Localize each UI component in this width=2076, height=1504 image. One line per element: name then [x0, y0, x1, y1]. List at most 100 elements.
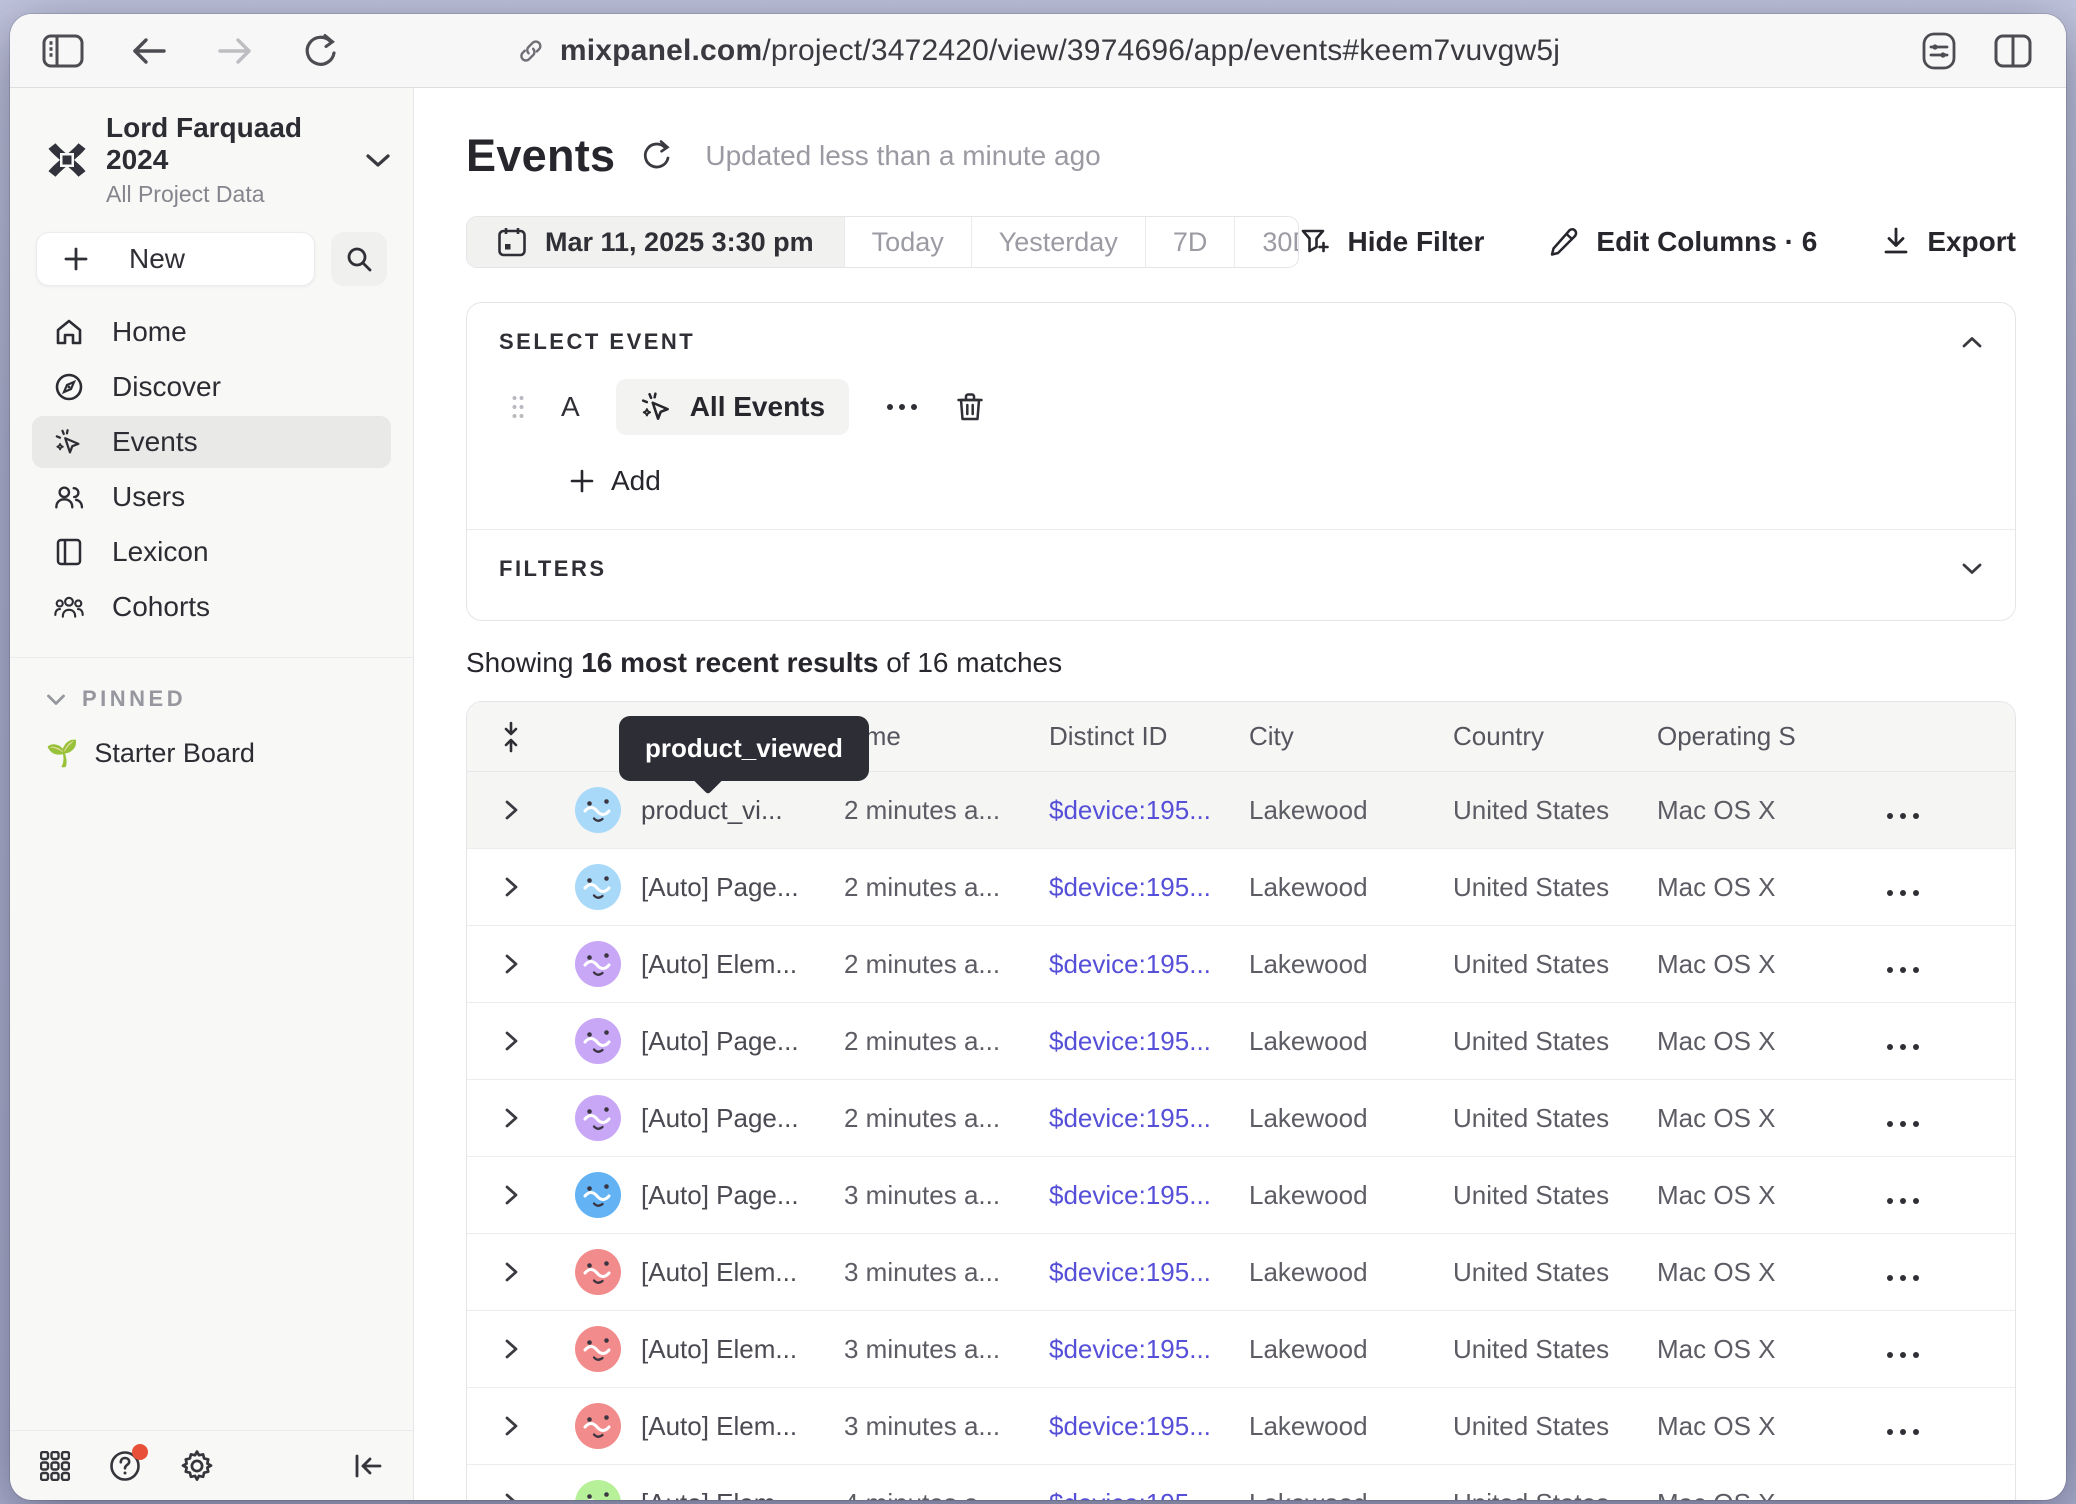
- distinct-id-link[interactable]: $device:195...: [1049, 1257, 1249, 1288]
- event-city: Lakewood: [1249, 1257, 1453, 1288]
- chevron-up-icon[interactable]: [1961, 335, 1983, 349]
- date-option-today[interactable]: Today: [845, 217, 972, 267]
- date-option-7d[interactable]: 7D: [1146, 217, 1236, 267]
- sidebar-toggle-icon[interactable]: [40, 28, 86, 74]
- sidebar-item-cohorts[interactable]: Cohorts: [32, 581, 391, 633]
- address-bar[interactable]: mixpanel.com/project/3472420/view/397469…: [516, 34, 1560, 68]
- row-expand-icon[interactable]: [502, 1259, 520, 1285]
- row-expand-icon[interactable]: [502, 874, 520, 900]
- reload-button[interactable]: [298, 28, 344, 74]
- row-expand-icon[interactable]: [502, 1490, 520, 1500]
- event-name: product_vi...: [641, 795, 844, 826]
- drag-handle-icon[interactable]: [511, 394, 525, 420]
- app-grid-icon[interactable]: [40, 1451, 70, 1481]
- page-settings-icon[interactable]: [1916, 28, 1962, 74]
- row-more-icon[interactable]: [1887, 813, 1919, 819]
- new-button[interactable]: New: [36, 232, 315, 286]
- distinct-id-link[interactable]: $device:195...: [1049, 1411, 1249, 1442]
- event-os: Mac OS X: [1657, 1411, 1873, 1442]
- row-expand-icon[interactable]: [502, 1182, 520, 1208]
- row-more-icon[interactable]: [1887, 1044, 1919, 1050]
- table-row[interactable]: [Auto] Elem... 2 minutes a... $device:19…: [467, 926, 2015, 1003]
- event-avatar: [575, 1172, 621, 1218]
- export-button[interactable]: Export: [1881, 226, 2016, 258]
- row-expand-icon[interactable]: [502, 1336, 520, 1362]
- col-operating-system[interactable]: Operating S: [1657, 721, 1873, 752]
- date-option-yesterday[interactable]: Yesterday: [972, 217, 1146, 267]
- row-expand-icon[interactable]: [502, 797, 520, 823]
- col-distinct-id[interactable]: Distinct ID: [1049, 721, 1249, 752]
- trash-icon[interactable]: [955, 391, 985, 423]
- row-more-icon[interactable]: [1887, 1352, 1919, 1358]
- row-more-icon[interactable]: [1887, 890, 1919, 896]
- distinct-id-link[interactable]: $device:195...: [1049, 1103, 1249, 1134]
- hide-filter-button[interactable]: Hide Filter: [1299, 226, 1484, 258]
- table-row[interactable]: [Auto] Page... 2 minutes a... $device:19…: [467, 1003, 2015, 1080]
- sidebar-footer: [10, 1430, 413, 1500]
- row-more-icon[interactable]: [1887, 967, 1919, 973]
- distinct-id-link[interactable]: $device:195...: [1049, 795, 1249, 826]
- gear-icon[interactable]: [180, 1449, 214, 1483]
- col-country[interactable]: Country: [1453, 721, 1657, 752]
- project-switcher[interactable]: Lord Farquaad 2024 All Project Data: [44, 112, 391, 208]
- date-picker[interactable]: Mar 11, 2025 3:30 pm: [467, 217, 845, 267]
- search-button[interactable]: [331, 232, 387, 286]
- distinct-id-link[interactable]: $device:195...: [1049, 872, 1249, 903]
- table-row[interactable]: [Auto] Elem... 4 minutes a... $device:19…: [467, 1465, 2015, 1500]
- pinned-section-header[interactable]: PINNED: [46, 686, 413, 712]
- table-row[interactable]: [Auto] Page... 3 minutes a... $device:19…: [467, 1157, 2015, 1234]
- collapse-all-icon[interactable]: [467, 721, 555, 753]
- row-expand-icon[interactable]: [502, 1413, 520, 1439]
- table-row[interactable]: [Auto] Elem... 3 minutes a... $device:19…: [467, 1388, 2015, 1465]
- date-range-bar: Mar 11, 2025 3:30 pm Today Yesterday 7D …: [466, 216, 1299, 268]
- distinct-id-link[interactable]: $device:195...: [1049, 1334, 1249, 1365]
- row-more-icon[interactable]: [1887, 1198, 1919, 1204]
- table-row[interactable]: [Auto] Elem... 3 minutes a... $device:19…: [467, 1234, 2015, 1311]
- page-title: Events: [466, 130, 615, 182]
- sidebar-item-starter-board[interactable]: 🌱 Starter Board: [46, 738, 413, 769]
- distinct-id-link[interactable]: $device:195...: [1049, 1180, 1249, 1211]
- row-more-icon[interactable]: [1887, 1121, 1919, 1127]
- sidebar-item-lexicon[interactable]: Lexicon: [32, 526, 391, 578]
- distinct-id-link[interactable]: $device:195...: [1049, 949, 1249, 980]
- edit-columns-button[interactable]: Edit Columns · 6: [1548, 226, 1817, 258]
- distinct-id-link[interactable]: $device:195...: [1049, 1488, 1249, 1501]
- table-row[interactable]: [Auto] Elem... 3 minutes a... $device:19…: [467, 1311, 2015, 1388]
- col-city[interactable]: City: [1249, 721, 1453, 752]
- plus-icon: [569, 468, 595, 494]
- chevron-down-icon: [46, 693, 66, 706]
- download-icon: [1881, 226, 1911, 258]
- split-view-icon[interactable]: [1990, 28, 2036, 74]
- row-more-icon[interactable]: [1887, 1275, 1919, 1281]
- event-avatar: [575, 1249, 621, 1295]
- more-options-icon[interactable]: [879, 404, 925, 410]
- table-row[interactable]: [Auto] Page... 2 minutes a... $device:19…: [467, 849, 2015, 926]
- row-expand-icon[interactable]: [502, 951, 520, 977]
- row-expand-icon[interactable]: [502, 1105, 520, 1131]
- browser-toolbar: mixpanel.com/project/3472420/view/397469…: [10, 14, 2066, 88]
- sidebar-item-users[interactable]: Users: [32, 471, 391, 523]
- row-more-icon[interactable]: [1887, 1429, 1919, 1435]
- event-name: [Auto] Page...: [641, 1103, 844, 1134]
- date-option-30d[interactable]: 30D: [1235, 217, 1299, 267]
- sidebar-item-home[interactable]: Home: [32, 306, 391, 358]
- event-city: Lakewood: [1249, 1411, 1453, 1442]
- distinct-id-link[interactable]: $device:195...: [1049, 1026, 1249, 1057]
- back-button[interactable]: [126, 28, 172, 74]
- plus-icon: [63, 246, 89, 272]
- table-row[interactable]: [Auto] Page... 2 minutes a... $device:19…: [467, 1080, 2015, 1157]
- forward-button[interactable]: [212, 28, 258, 74]
- add-event-button[interactable]: Add: [569, 465, 2015, 497]
- sidebar-item-events[interactable]: Events: [32, 416, 391, 468]
- event-city: Lakewood: [1249, 872, 1453, 903]
- sidebar-item-discover[interactable]: Discover: [32, 361, 391, 413]
- help-icon[interactable]: [108, 1449, 142, 1483]
- chevron-down-icon[interactable]: [1961, 562, 1983, 576]
- refresh-icon[interactable]: [641, 139, 673, 173]
- all-events-chip[interactable]: All Events: [616, 379, 849, 435]
- row-expand-icon[interactable]: [502, 1028, 520, 1054]
- collapse-sidebar-icon[interactable]: [353, 1452, 383, 1480]
- link-icon: [516, 36, 546, 66]
- col-time[interactable]: Time: [844, 721, 1049, 752]
- event-country: United States: [1453, 949, 1657, 980]
